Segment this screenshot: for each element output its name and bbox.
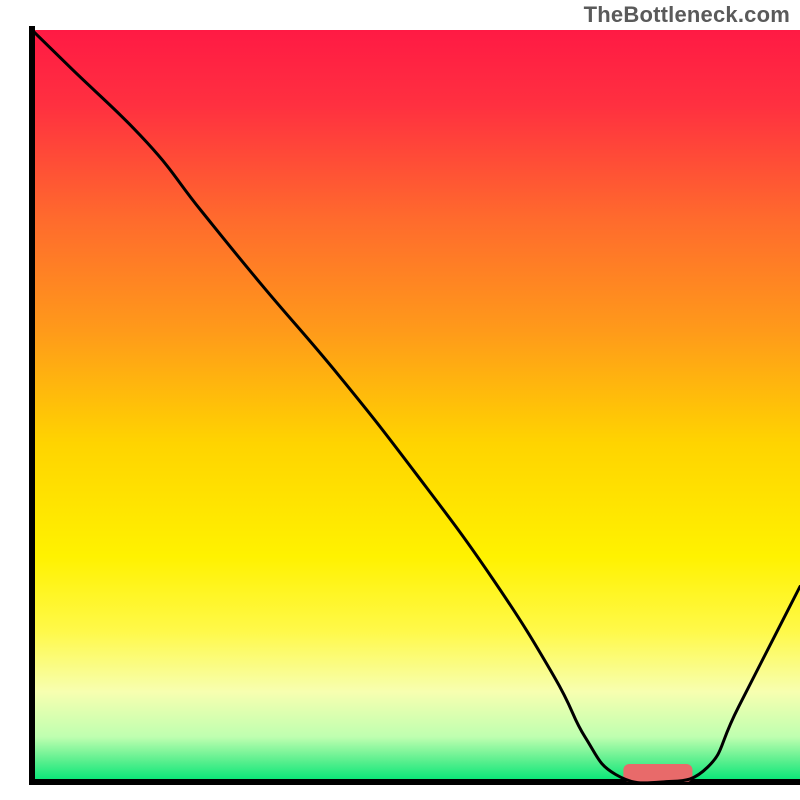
chart-container: TheBottleneck.com <box>0 0 800 800</box>
bottleneck-chart <box>0 0 800 800</box>
